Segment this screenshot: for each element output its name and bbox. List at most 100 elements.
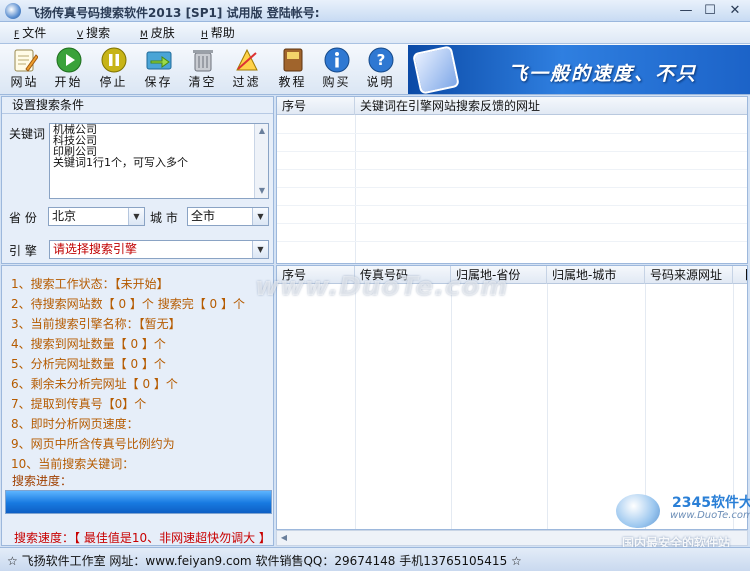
trash-icon <box>189 46 217 74</box>
status-line: 1、搜索工作状态：【未开始】 <box>11 277 169 291</box>
search-speed-setting[interactable]: 搜索速度：【 最佳值是10、非网速超快勿调大 】 <box>14 529 271 546</box>
window-title: 飞扬传真号码搜索软件2013 [SP1] 试用版 登陆帐号: <box>28 6 320 20</box>
fax-phone-image <box>412 45 460 94</box>
url-results-grid[interactable]: 序号 关键词在引擎网站搜索反馈的网址 <box>276 96 748 264</box>
keyword-textarea[interactable]: 机械公司 科技公司 印刷公司 关键词1行1个，可写入多个 ▲ ▼ <box>49 123 269 199</box>
minimize-button[interactable]: — <box>674 2 698 20</box>
status-bar: ☆ 飞扬软件工作室 网址：www.feiyan9.com 软件销售QQ：2967… <box>0 547 750 571</box>
menu-help-key: H <box>201 30 208 40</box>
fax-col-more[interactable]: 【 文 <box>733 266 747 284</box>
province-value: 北京 <box>52 209 77 223</box>
filter-ruler-icon <box>233 46 261 74</box>
province-select[interactable]: 北京 ▼ <box>48 207 145 226</box>
note-pencil-icon <box>11 46 39 74</box>
fax-col-number[interactable]: 传真号码 <box>355 266 451 284</box>
fax-col-index[interactable]: 序号 <box>277 266 355 284</box>
progress-fill <box>6 491 271 513</box>
keyword-scrollbar[interactable]: ▲ ▼ <box>254 124 268 198</box>
url-grid-header: 序号 关键词在引擎网站搜索反馈的网址 <box>277 97 747 115</box>
status-line: 9、网页中所含传真号比例约为 <box>11 437 175 451</box>
menu-bar: F 文件 V 搜索 M 皮肤 H 帮助 <box>0 22 750 44</box>
buy-button-label: 购买 <box>322 75 351 89</box>
grid-column-line <box>451 284 452 529</box>
fax-results-grid[interactable]: 序号 传真号码 归属地-省份 归属地-城市 号码来源网址 【 文 <box>276 265 748 530</box>
grid-row-line <box>277 169 747 170</box>
menu-skin[interactable]: M 皮肤 <box>140 25 175 41</box>
svg-text:?: ? <box>376 51 385 69</box>
status-line: 2、待搜索网站数【 0 】个 搜索完【 0 】个 <box>11 297 245 311</box>
tutorial-button[interactable]: 教程 <box>276 46 309 93</box>
stop-button[interactable]: 停止 <box>97 46 130 93</box>
book-icon <box>279 46 307 74</box>
status-line: 7、提取到传真号【0】个 <box>11 397 147 411</box>
maximize-button[interactable]: ☐ <box>698 2 722 20</box>
fax-col-source-url[interactable]: 号码来源网址 <box>645 266 733 284</box>
status-line: 10、当前搜索关键词： <box>11 457 135 471</box>
filter-button[interactable]: 过滤 <box>230 46 263 93</box>
save-button[interactable]: 保存 <box>142 46 175 93</box>
buy-button[interactable]: 购买 <box>320 46 353 93</box>
banner-slogan: 飞一般的速度、不只 <box>508 63 698 85</box>
search-conditions-title: 设置搜索条件 <box>2 97 273 114</box>
engine-label: 引 擎 <box>9 244 37 258</box>
menu-file-label: 文件 <box>22 26 47 40</box>
grid-column-line <box>733 284 734 529</box>
progress-label: 搜索进度： <box>12 474 73 488</box>
status-line: 3、当前搜索引擎名称：【暂无】 <box>11 317 181 331</box>
keyword-line: 关键词1行1个，可写入多个 <box>53 156 188 169</box>
chevron-down-icon[interactable]: ▼ <box>252 241 268 258</box>
engine-select[interactable]: 请选择搜索引擎 ▼ <box>49 240 269 259</box>
menu-search[interactable]: V 搜索 <box>77 25 110 41</box>
menu-skin-key: M <box>140 30 148 40</box>
scroll-up-icon[interactable]: ▲ <box>255 124 269 138</box>
grid-row-line <box>277 133 747 134</box>
menu-help[interactable]: H 帮助 <box>201 25 235 41</box>
chevron-down-icon[interactable]: ▼ <box>128 208 144 225</box>
menu-search-key: V <box>77 30 84 40</box>
menu-help-label: 帮助 <box>210 26 235 40</box>
clear-button[interactable]: 清空 <box>186 46 219 93</box>
scroll-left-icon[interactable]: ◀ <box>277 531 291 545</box>
status-line: 4、搜索到网址数量【 0 】个 <box>11 337 166 351</box>
stop-button-label: 停止 <box>99 75 128 89</box>
info-icon <box>323 46 351 74</box>
website-button-label: 网站 <box>10 75 39 89</box>
grid-row-line <box>277 205 747 206</box>
city-value: 全市 <box>191 209 216 223</box>
search-conditions-panel: 设置搜索条件 关键词 机械公司 科技公司 印刷公司 关键词1行1个，可写入多个 … <box>1 96 274 264</box>
scroll-down-icon[interactable]: ▼ <box>255 184 269 198</box>
grid-column-line <box>355 284 356 529</box>
search-status-panel: 1、搜索工作状态：【未开始】 2、待搜索网站数【 0 】个 搜索完【 0 】个 … <box>1 265 274 546</box>
grid-row-line <box>277 241 747 242</box>
status-bar-text: ☆ 飞扬软件工作室 网址：www.feiyan9.com 软件销售QQ：2967… <box>7 554 522 568</box>
fax-grid-horizontal-scrollbar[interactable]: ◀ <box>276 530 748 546</box>
status-line: 5、分析完网址数量【 0 】个 <box>11 357 166 371</box>
grid-row-line <box>277 151 747 152</box>
menu-file-key: F <box>14 30 20 40</box>
chevron-down-icon[interactable]: ▼ <box>252 208 268 225</box>
grid-row-line <box>277 187 747 188</box>
play-icon <box>55 46 83 74</box>
promo-banner: 飞一般的速度、不只 <box>408 45 750 94</box>
start-button-label: 开始 <box>54 75 83 89</box>
toolbar: 网站 开始 停止 保存 清空 过滤 教程 购买 ? 说明 飞一般的速度、不只 <box>0 44 750 95</box>
province-label: 省 份 <box>9 211 37 225</box>
fax-grid-header: 序号 传真号码 归属地-省份 归属地-城市 号码来源网址 【 文 <box>277 266 747 284</box>
help-button[interactable]: ? 说明 <box>364 46 397 93</box>
search-progress-bar <box>5 490 272 514</box>
website-button[interactable]: 网站 <box>8 46 41 93</box>
help-icon: ? <box>367 46 395 74</box>
url-col-url[interactable]: 关键词在引擎网站搜索反馈的网址 <box>355 97 747 115</box>
help-button-label: 说明 <box>366 75 395 89</box>
start-button[interactable]: 开始 <box>52 46 85 93</box>
app-icon[interactable] <box>5 3 21 19</box>
url-col-index[interactable]: 序号 <box>277 97 355 115</box>
fax-col-province[interactable]: 归属地-省份 <box>451 266 547 284</box>
close-button[interactable]: ✕ <box>723 2 747 20</box>
menu-file[interactable]: F 文件 <box>14 25 46 41</box>
grid-column-line <box>547 284 548 529</box>
save-button-label: 保存 <box>144 75 173 89</box>
fax-col-city[interactable]: 归属地-城市 <box>547 266 645 284</box>
city-select[interactable]: 全市 ▼ <box>187 207 269 226</box>
grid-row-line <box>277 223 747 224</box>
